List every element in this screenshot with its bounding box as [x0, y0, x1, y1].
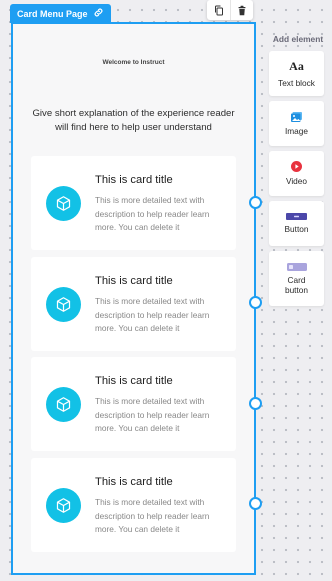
card-description: This is more detailed text with descript… [95, 396, 210, 433]
link-icon[interactable] [93, 7, 104, 20]
text-icon: Aa [289, 59, 304, 73]
cube-icon [46, 287, 81, 322]
panel-title: Add element [272, 34, 324, 44]
page-tab[interactable]: Card Menu Page [10, 4, 111, 23]
element-label: Button [284, 224, 309, 234]
element-label: Image [284, 125, 309, 136]
cube-icon [46, 488, 81, 523]
card-description: This is more detailed text with descript… [95, 296, 210, 333]
connection-handle[interactable] [249, 296, 262, 309]
element-label: Card button [284, 274, 309, 295]
connection-handle[interactable] [249, 196, 262, 209]
page-tab-label: Card Menu Page [17, 8, 88, 19]
card-title: This is card title [95, 174, 173, 186]
card[interactable]: This is card title This is more detailed… [31, 156, 236, 250]
card-description: This is more detailed text with descript… [95, 195, 210, 232]
add-image-button[interactable]: Image [269, 101, 324, 146]
card-title: This is card title [95, 476, 173, 488]
card-title: This is card title [95, 375, 173, 387]
button-icon [286, 213, 307, 220]
add-button-button[interactable]: Button [269, 201, 324, 246]
cube-icon [46, 186, 81, 221]
card[interactable]: This is card title This is more detailed… [31, 458, 236, 552]
add-video-button[interactable]: Video [269, 151, 324, 196]
intro-text[interactable]: Give short explanation of the experience… [27, 107, 240, 135]
card-title: This is card title [95, 275, 173, 287]
duplicate-button[interactable] [207, 0, 230, 20]
copy-icon [214, 5, 223, 15]
cube-icon [46, 387, 81, 422]
delete-button[interactable] [230, 0, 253, 20]
card[interactable]: This is card title This is more detailed… [31, 257, 236, 351]
trash-icon [238, 5, 246, 15]
page-toolbar [207, 0, 253, 20]
add-text-block-button[interactable]: Aa Text block [269, 51, 324, 96]
card-button-icon [286, 262, 307, 271]
element-label: Video [285, 176, 308, 186]
card-description: This is more detailed text with descript… [95, 497, 210, 534]
image-icon [291, 111, 302, 122]
video-play-icon [291, 161, 302, 172]
page-canvas: Welcome to Instruct Give short explanati… [11, 22, 256, 575]
card[interactable]: This is card title This is more detailed… [31, 357, 236, 451]
add-card-button-button[interactable]: Card button [269, 251, 324, 306]
element-label: Text block [278, 78, 315, 88]
connection-handle[interactable] [249, 497, 262, 510]
add-element-panel: Add element Aa Text block Image Video Bu… [267, 28, 329, 316]
welcome-heading[interactable]: Welcome to Instruct [13, 59, 254, 66]
connection-handle[interactable] [249, 397, 262, 410]
